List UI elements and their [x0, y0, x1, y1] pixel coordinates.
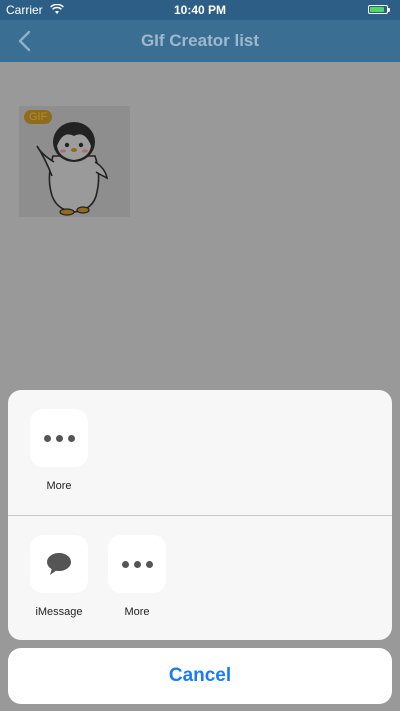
share-item-label: More [46, 480, 72, 492]
imessage-tile[interactable] [30, 535, 88, 593]
more-tile[interactable] [108, 535, 166, 593]
battery-level [370, 7, 384, 12]
more-dots-icon [121, 560, 153, 568]
share-sheet: More iMessage More [8, 390, 392, 640]
page-title: GIf Creator list [140, 31, 260, 50]
more-dots-icon [43, 434, 75, 442]
more-tile[interactable] [30, 409, 88, 467]
battery-icon [368, 5, 390, 14]
share-row-apps: iMessage More [8, 516, 392, 640]
share-item-label: iMessage [35, 606, 83, 618]
share-item-label: More [124, 606, 150, 618]
status-bar: Carrier 10:40 PM [0, 0, 400, 20]
share-imessage-button[interactable]: iMessage [24, 535, 94, 618]
gif-thumbnail[interactable]: GIF [19, 106, 130, 217]
share-more-apps-button[interactable]: More [102, 535, 172, 618]
cancel-button[interactable]: Cancel [8, 648, 392, 704]
share-more-button[interactable]: More [24, 409, 94, 492]
share-row-actions: More [8, 390, 392, 515]
gif-badge: GIF [24, 110, 53, 124]
navigation-bar: GIf Creator list [0, 20, 400, 62]
speech-bubble-icon [47, 553, 71, 575]
clock: 10:40 PM [173, 3, 227, 17]
